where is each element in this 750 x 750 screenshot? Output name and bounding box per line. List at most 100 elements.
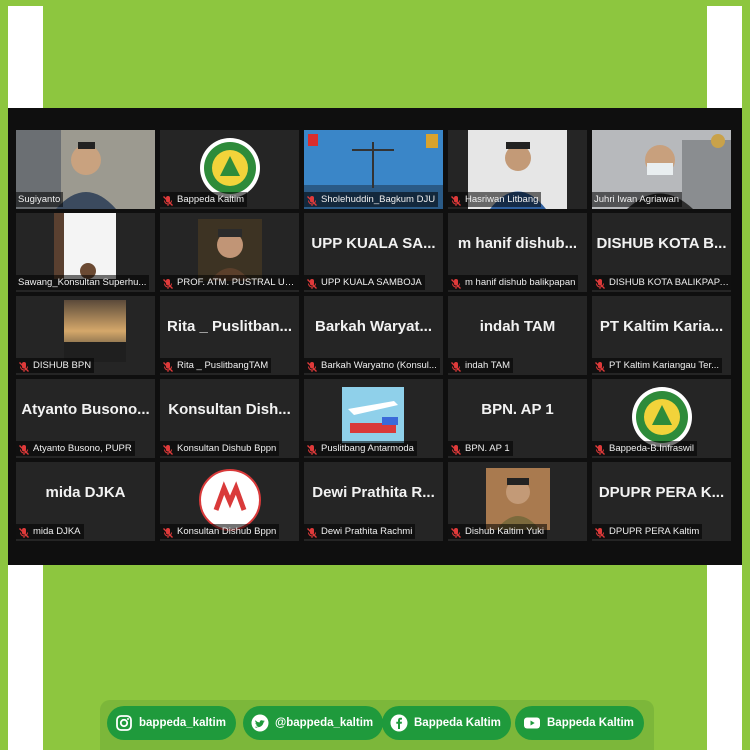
participant-name: Barkah Waryatno (Konsul...: [321, 360, 437, 371]
muted-mic-icon: [450, 194, 462, 206]
participant-tile[interactable]: DPUPR PERA K... DPUPR PERA Kaltim: [592, 462, 731, 541]
participant-tile[interactable]: Sugiyanto: [16, 130, 155, 209]
participant-name: DPUPR PERA Kaltim: [609, 526, 700, 537]
youtube-channel[interactable]: Bappeda Kaltim: [515, 706, 644, 740]
participant-tile[interactable]: Juhri Iwan Agriawan: [592, 130, 731, 209]
participant-tile[interactable]: Dishub Kaltim Yuki: [448, 462, 587, 541]
muted-mic-icon: [450, 360, 462, 372]
participant-tile[interactable]: UPP KUALA SA... UPP KUALA SAMBOJA: [304, 213, 443, 292]
participant-name-label: Hasriwan Litbang: [448, 192, 542, 207]
participant-name: Sawang_Konsultan Superhu...: [18, 277, 147, 288]
facebook-label: Bappeda Kaltim: [414, 717, 501, 729]
participant-name-label: BPN. AP 1: [448, 441, 513, 456]
participant-name-label: PT Kaltim Kariangau Ter...: [592, 358, 723, 373]
participant-tile[interactable]: Atyanto Busono... Atyanto Busono, PUPR: [16, 379, 155, 458]
participant-name: Hasriwan Litbang: [465, 194, 539, 205]
participant-name-label: Sholehuddin_Bagkum DJU: [304, 192, 439, 207]
participant-tile[interactable]: BPN. AP 1 BPN. AP 1: [448, 379, 587, 458]
participant-name: Sholehuddin_Bagkum DJU: [321, 194, 436, 205]
participant-tile[interactable]: indah TAM indah TAM: [448, 296, 587, 375]
participant-grid: Sugiyanto Bappeda Kaltim Sholehuddin_Bagku…: [16, 130, 731, 541]
participant-tile[interactable]: Bappeda Kaltim: [160, 130, 299, 209]
participant-name: BPN. AP 1: [465, 443, 510, 454]
facebook-page[interactable]: Bappeda Kaltim: [382, 706, 511, 740]
participant-name: Rita _ PuslitbangTAM: [177, 360, 269, 371]
participant-tile[interactable]: Konsultan Dish... Konsultan Dishub Bppn: [160, 379, 299, 458]
participant-name-label: Dewi Prathita Rachmi: [304, 524, 416, 539]
muted-mic-icon: [594, 277, 606, 289]
instagram-label: bappeda_kaltim: [139, 717, 226, 729]
participant-display-name: m hanif dishub...: [457, 235, 578, 252]
participant-logo: [630, 385, 694, 449]
participant-tile[interactable]: Dewi Prathita R... Dewi Prathita Rachmi: [304, 462, 443, 541]
muted-mic-icon: [162, 277, 174, 289]
participant-name-label: Bappeda-B.Infraswil: [592, 441, 698, 456]
participant-name-label: Bappeda Kaltim: [160, 192, 248, 207]
participant-name-label: DISHUB KOTA BALIKPAPAN: [592, 275, 731, 290]
green-background-top: [43, 6, 707, 108]
youtube-label: Bappeda Kaltim: [547, 717, 634, 729]
participant-tile[interactable]: Puslitbang Antarmoda: [304, 379, 443, 458]
participant-tile[interactable]: PT Kaltim Karia... PT Kaltim Kariangau Te…: [592, 296, 731, 375]
participant-display-name: UPP KUALA SA...: [311, 235, 436, 252]
participant-logo: [198, 468, 262, 532]
twitter-icon: [251, 714, 269, 732]
participant-name-label: Konsultan Dishub Bppn: [160, 441, 280, 456]
participant-tile[interactable]: Rita _ Puslitban... Rita _ PuslitbangTAM: [160, 296, 299, 375]
participant-name: Juhri Iwan Agriawan: [594, 194, 680, 205]
participant-name-label: mida DJKA: [16, 524, 84, 539]
instagram-icon: [115, 714, 133, 732]
twitter-label: @bappeda_kaltim: [275, 717, 374, 729]
participant-name: UPP KUALA SAMBOJA: [321, 277, 422, 288]
muted-mic-icon: [594, 360, 606, 372]
participant-display-name: Dewi Prathita R...: [312, 484, 435, 501]
participant-display-name: PT Kaltim Karia...: [599, 318, 724, 335]
participant-name-label: Sawang_Konsultan Superhu...: [16, 275, 150, 290]
participant-display-name: BPN. AP 1: [481, 401, 554, 418]
muted-mic-icon: [306, 360, 318, 372]
participant-tile[interactable]: Barkah Waryat... Barkah Waryatno (Konsul.…: [304, 296, 443, 375]
twitter-handle[interactable]: @bappeda_kaltim: [243, 706, 384, 740]
participant-name-label: DISHUB BPN: [16, 358, 95, 373]
participant-name-label: Atyanto Busono, PUPR: [16, 441, 135, 456]
participant-tile[interactable]: mida DJKA mida DJKA: [16, 462, 155, 541]
participant-logo: [342, 387, 404, 443]
participant-video: [198, 219, 262, 281]
participant-name: m hanif dishub balikpapan: [465, 277, 576, 288]
participant-name: Bappeda Kaltim: [177, 194, 245, 205]
participant-tile[interactable]: Konsultan Dishub Bppn: [160, 462, 299, 541]
muted-mic-icon: [594, 526, 606, 538]
participant-tile[interactable]: Sawang_Konsultan Superhu...: [16, 213, 155, 292]
frame-right: [742, 0, 750, 750]
muted-mic-icon: [450, 277, 462, 289]
participant-tile[interactable]: Sholehuddin_Bagkum DJU: [304, 130, 443, 209]
participant-name-label: PROF. ATM. PUSTRAL UG...: [160, 275, 299, 290]
participant-name: mida DJKA: [33, 526, 81, 537]
participant-name-label: m hanif dishub balikpapan: [448, 275, 579, 290]
participant-tile[interactable]: DISHUB KOTA B... DISHUB KOTA BALIKPAPAN: [592, 213, 731, 292]
muted-mic-icon: [306, 443, 318, 455]
muted-mic-icon: [162, 194, 174, 206]
participant-tile[interactable]: PROF. ATM. PUSTRAL UG...: [160, 213, 299, 292]
muted-mic-icon: [450, 526, 462, 538]
participant-tile[interactable]: Bappeda-B.Infraswil: [592, 379, 731, 458]
participant-name: Atyanto Busono, PUPR: [33, 443, 132, 454]
participant-tile[interactable]: Hasriwan Litbang: [448, 130, 587, 209]
participant-logo: [198, 136, 262, 200]
participant-name-label: Puslitbang Antarmoda: [304, 441, 417, 456]
muted-mic-icon: [162, 526, 174, 538]
participant-name: indah TAM: [465, 360, 511, 371]
participant-display-name: DPUPR PERA K...: [598, 484, 725, 501]
participant-name: DISHUB BPN: [33, 360, 92, 371]
participant-name-label: indah TAM: [448, 358, 514, 373]
participant-name: Dewi Prathita Rachmi: [321, 526, 413, 537]
participant-name-label: DPUPR PERA Kaltim: [592, 524, 703, 539]
muted-mic-icon: [18, 360, 30, 372]
muted-mic-icon: [450, 443, 462, 455]
instagram-handle[interactable]: bappeda_kaltim: [107, 706, 236, 740]
participant-name-label: Barkah Waryatno (Konsul...: [304, 358, 440, 373]
participant-name-label: Juhri Iwan Agriawan: [592, 192, 683, 207]
participant-name-label: Rita _ PuslitbangTAM: [160, 358, 272, 373]
participant-tile[interactable]: m hanif dishub... m hanif dishub balikpap…: [448, 213, 587, 292]
participant-tile[interactable]: DISHUB BPN: [16, 296, 155, 375]
